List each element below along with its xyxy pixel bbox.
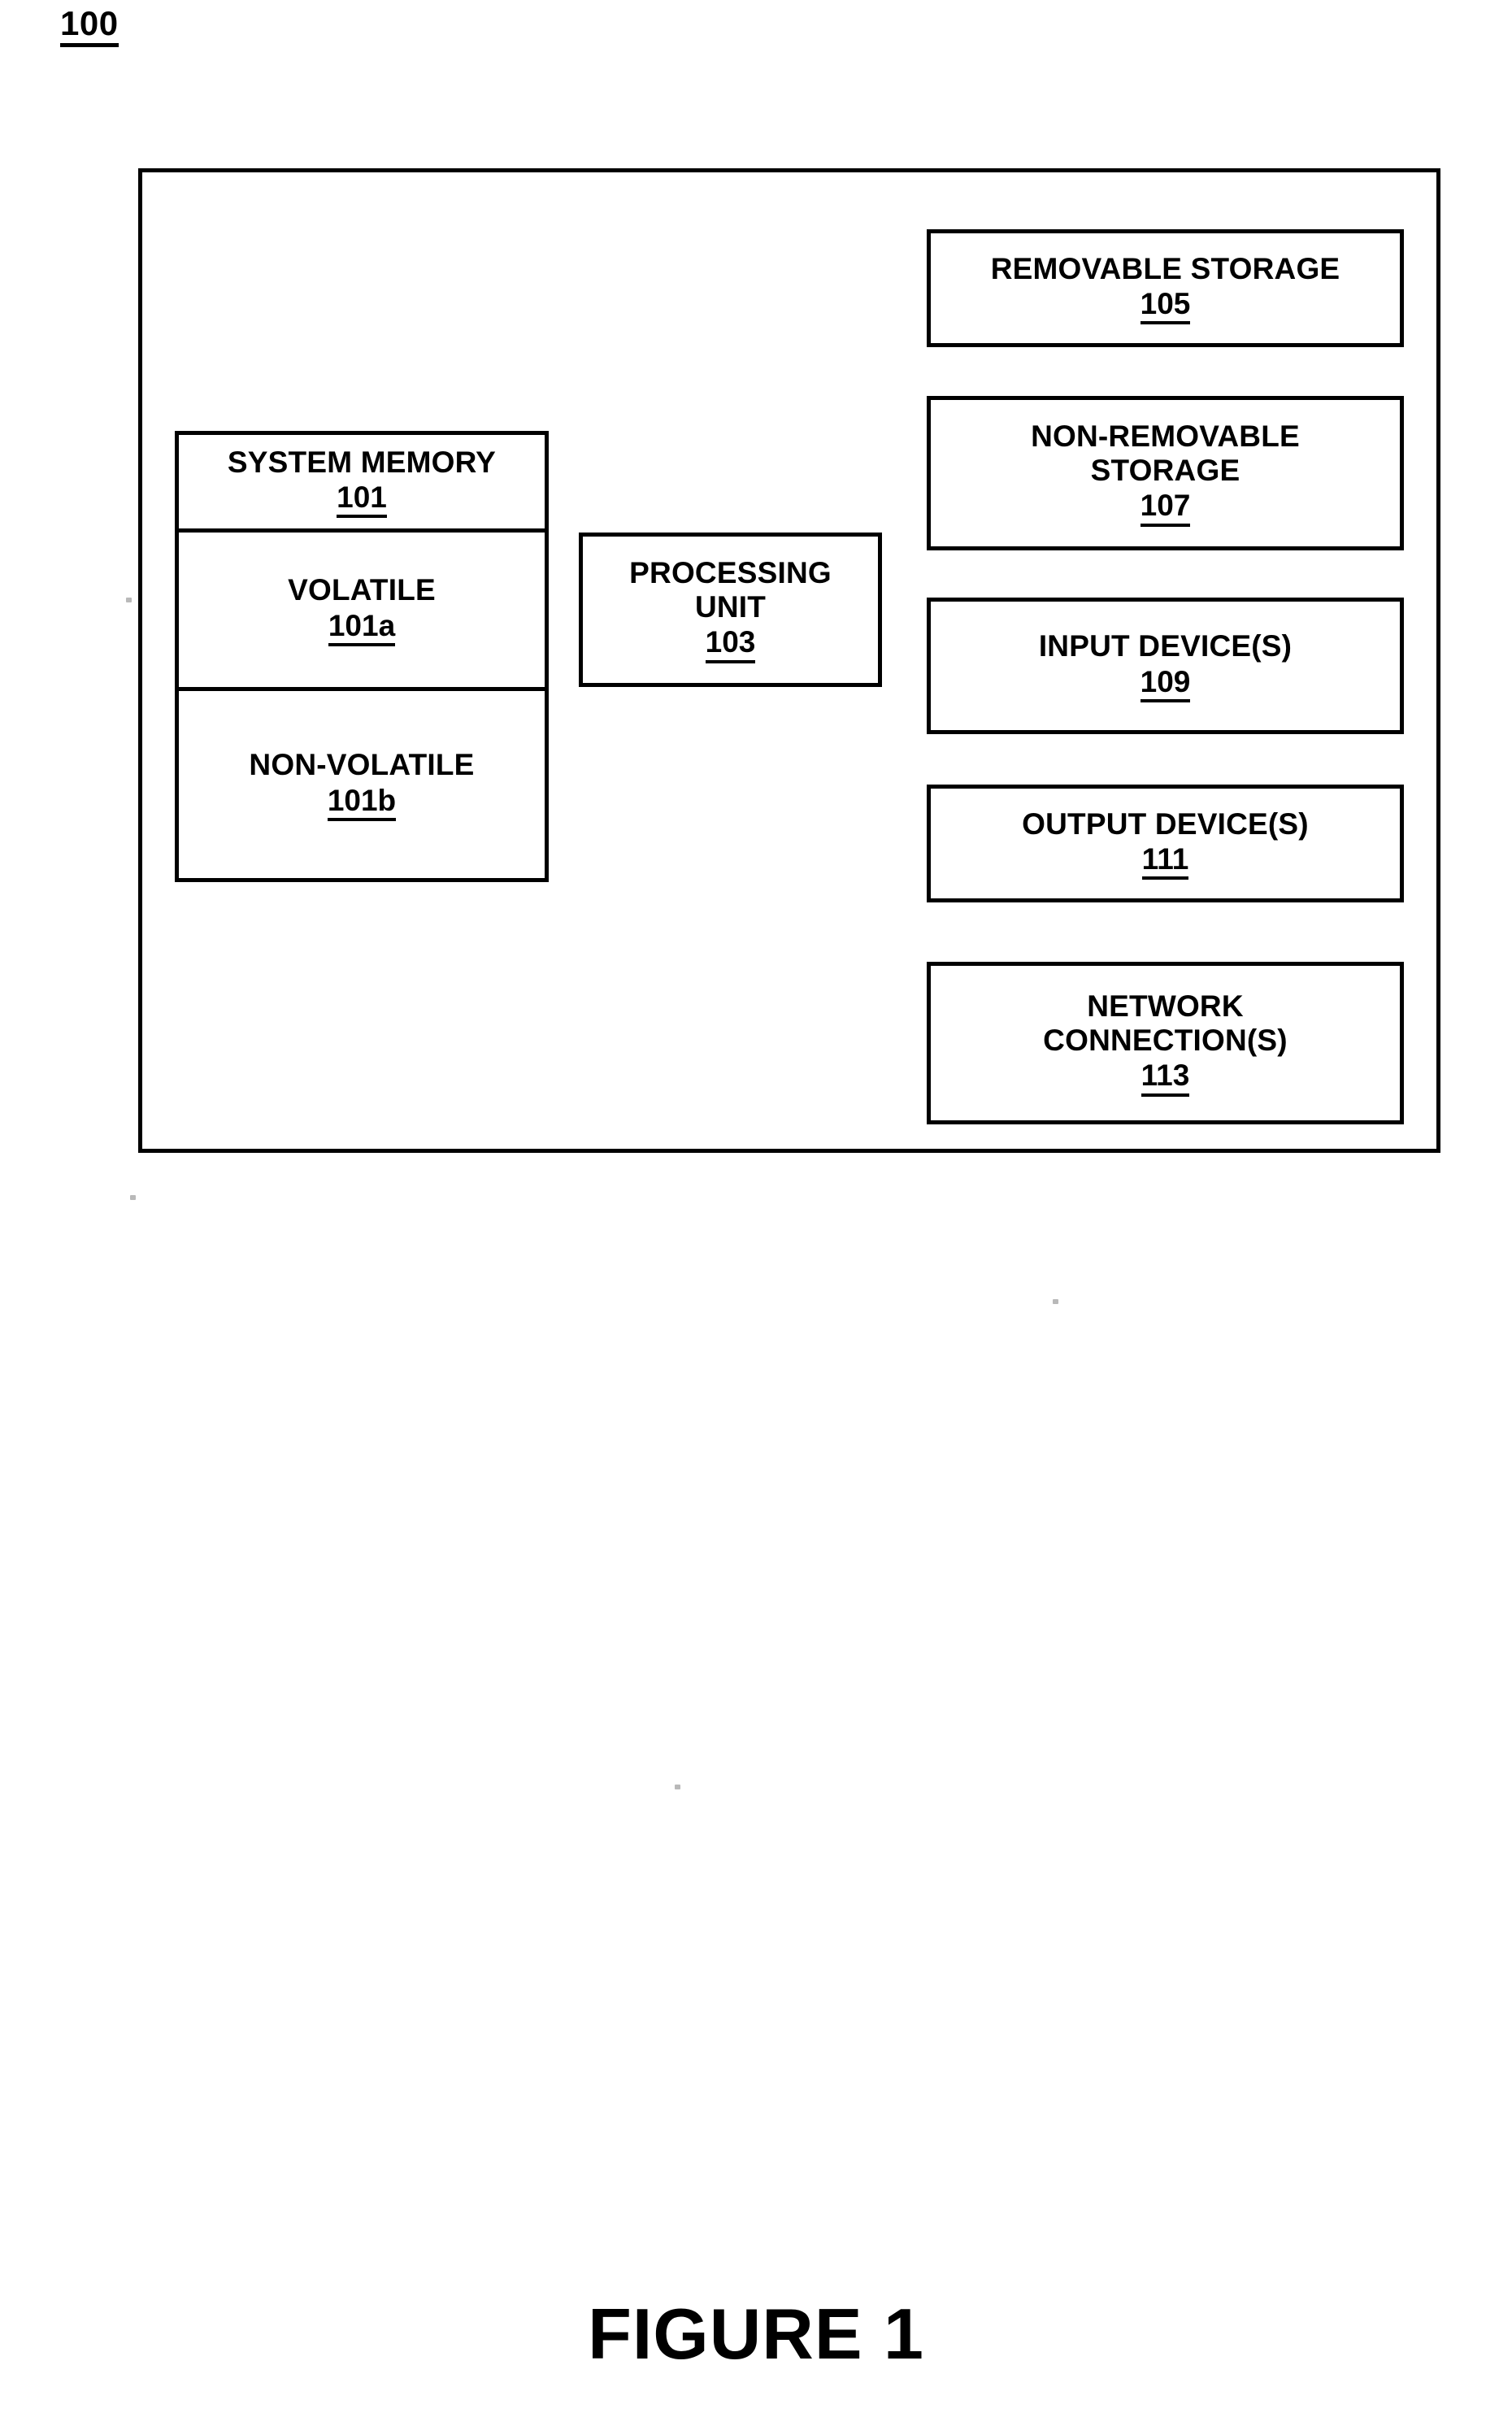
non-volatile-memory-title: NON-VOLATILE — [249, 748, 475, 782]
input-devices-block: INPUT DEVICE(S) 109 — [927, 598, 1404, 734]
non-removable-storage-block: NON-REMOVABLE STORAGE 107 — [927, 396, 1404, 550]
non-volatile-memory-number: 101b — [327, 784, 397, 821]
non-removable-storage-number: 107 — [1140, 489, 1191, 527]
output-devices-block: OUTPUT DEVICE(S) 111 — [927, 785, 1404, 902]
removable-storage-title: REMOVABLE STORAGE — [990, 251, 1340, 285]
processing-unit-number: 103 — [705, 625, 756, 663]
non-removable-storage-title: NON-REMOVABLE STORAGE — [1031, 420, 1300, 487]
output-devices-number: 111 — [1141, 842, 1189, 880]
input-devices-title: INPUT DEVICE(S) — [1038, 629, 1293, 663]
scan-speckle — [126, 598, 132, 602]
scan-speckle — [130, 1195, 136, 1200]
system-memory-number: 101 — [337, 480, 387, 519]
processing-unit-title: PROCESSING UNIT — [629, 556, 832, 624]
input-devices-number: 109 — [1140, 665, 1191, 702]
processing-unit-block: PROCESSING UNIT 103 — [579, 533, 882, 687]
figure-caption: FIGURE 1 — [588, 2293, 924, 2374]
network-connections-title: NETWORK CONNECTION(S) — [1043, 989, 1288, 1057]
output-devices-title: OUTPUT DEVICE(S) — [1022, 806, 1309, 841]
volatile-memory-number: 101a — [328, 609, 396, 646]
scan-speckle — [675, 1785, 680, 1789]
volatile-memory-title: VOLATILE — [288, 573, 436, 607]
figure-reference-number: 100 — [60, 7, 119, 47]
system-memory-title: SYSTEM MEMORY — [227, 445, 497, 479]
non-volatile-memory-section: NON-VOLATILE 101b — [179, 687, 545, 878]
removable-storage-block: REMOVABLE STORAGE 105 — [927, 229, 1404, 347]
system-memory-header-section: SYSTEM MEMORY 101 — [179, 435, 545, 528]
network-connections-block: NETWORK CONNECTION(S) 113 — [927, 962, 1404, 1124]
system-memory-block: SYSTEM MEMORY 101 VOLATILE 101a NON-VOLA… — [175, 431, 549, 882]
removable-storage-number: 105 — [1140, 287, 1191, 325]
network-connections-number: 113 — [1141, 1059, 1190, 1097]
volatile-memory-section: VOLATILE 101a — [179, 528, 545, 687]
scan-speckle — [1053, 1299, 1058, 1304]
